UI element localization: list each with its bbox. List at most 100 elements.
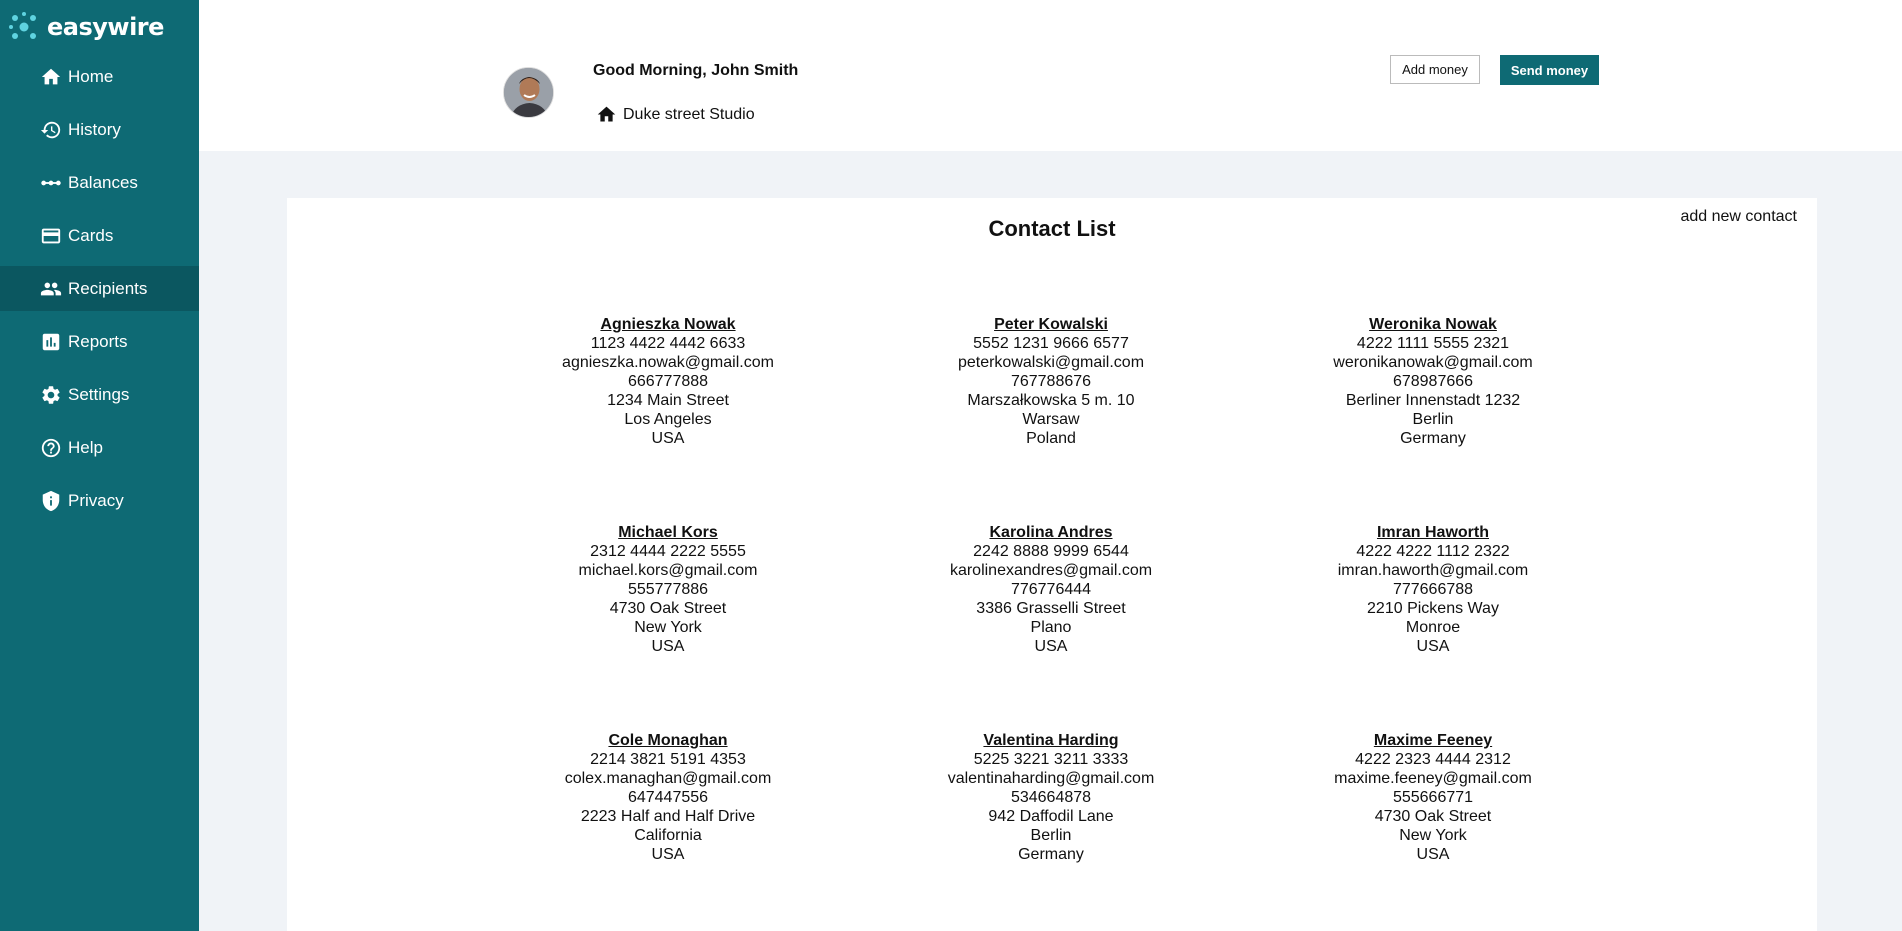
add-money-button[interactable]: Add money	[1390, 55, 1480, 84]
contact-item: Valentina Harding 5225 3221 3211 3333 va…	[901, 731, 1201, 864]
contact-country: USA	[651, 846, 685, 863]
contact-street: 2223 Half and Half Drive	[580, 808, 756, 825]
contact-card-number: 5552 1231 9666 6577	[973, 335, 1129, 352]
contact-city: Plano	[1030, 619, 1072, 636]
contact-card-number: 4222 4222 1112 2322	[1356, 543, 1510, 560]
sidebar-item-label: Cards	[68, 225, 114, 245]
history-icon	[40, 119, 62, 141]
shield-icon	[40, 490, 62, 512]
sidebar-item-history[interactable]: History	[0, 107, 199, 152]
contact-street: 4730 Oak Street	[1374, 808, 1492, 825]
contact-city: Berlin	[1030, 827, 1072, 844]
contact-email: michael.kors@gmail.com	[578, 562, 758, 579]
contact-city: Los Angeles	[624, 411, 712, 428]
contact-phone: 534664878	[1010, 789, 1092, 806]
sidebar-item-help[interactable]: Help	[0, 425, 199, 470]
avatar[interactable]	[503, 67, 554, 118]
contact-item: Karolina Andres 2242 8888 9999 6544 karo…	[901, 523, 1201, 656]
contact-city: California	[634, 827, 702, 844]
contact-street: Berliner Innenstadt 1232	[1345, 392, 1521, 409]
contact-city: Warsaw	[1022, 411, 1080, 428]
contact-card-number: 4222 1111 5555 2321	[1356, 335, 1510, 352]
sidebar-item-reports[interactable]: Reports	[0, 319, 199, 364]
sidebar-item-privacy[interactable]: Privacy	[0, 478, 199, 523]
contact-name[interactable]: Weronika Nowak	[1283, 315, 1583, 334]
contact-street: Marszałkowska 5 m. 10	[967, 392, 1135, 409]
contact-email: colex.managhan@gmail.com	[564, 770, 772, 787]
sidebar-item-balances[interactable]: Balances	[0, 160, 199, 205]
contact-card-number: 2242 8888 9999 6544	[973, 543, 1129, 560]
contact-city: New York	[634, 619, 702, 636]
sidebar-item-label: Home	[68, 66, 114, 86]
contact-name[interactable]: Maxime Feeney	[1283, 731, 1583, 750]
contact-email: maxime.feeney@gmail.com	[1334, 770, 1532, 787]
contact-country: USA	[651, 638, 685, 655]
contact-phone: 776776444	[1010, 581, 1092, 598]
people-icon	[40, 278, 62, 300]
contact-street: 942 Daffodil Lane	[988, 808, 1114, 825]
location-label: Duke street Studio	[623, 105, 755, 123]
sidebar-item-label: History	[68, 119, 121, 139]
contact-email: imran.haworth@gmail.com	[1337, 562, 1529, 579]
contact-name[interactable]: Karolina Andres	[901, 523, 1201, 542]
contact-name[interactable]: Michael Kors	[518, 523, 818, 542]
contact-street: 4730 Oak Street	[609, 600, 727, 617]
sidebar-item-label: Settings	[68, 384, 130, 404]
contact-city: New York	[1399, 827, 1467, 844]
contact-country: USA	[651, 430, 685, 447]
sidebar-item-label: Recipients	[68, 278, 148, 298]
contact-name[interactable]: Cole Monaghan	[518, 731, 818, 750]
contact-name[interactable]: Valentina Harding	[901, 731, 1201, 750]
contact-phone: 555777886	[627, 581, 709, 598]
sidebar-item-label: Reports	[68, 331, 128, 351]
home-icon	[40, 66, 62, 88]
contact-city: Berlin	[1412, 411, 1454, 428]
card-icon	[40, 225, 62, 247]
contact-email: agnieszka.nowak@gmail.com	[562, 354, 774, 371]
brand[interactable]: easywire	[0, 0, 199, 54]
contact-name[interactable]: Peter Kowalski	[901, 315, 1201, 334]
contact-phone: 767788676	[1010, 373, 1092, 390]
contact-street: 3386 Grasselli Street	[976, 600, 1126, 617]
contact-phone: 678987666	[1392, 373, 1474, 390]
send-money-button[interactable]: Send money	[1500, 55, 1599, 85]
top-header: Good Morning, John Smith Duke street Stu…	[199, 0, 1902, 151]
avatar-image	[504, 68, 553, 117]
contact-phone: 555666771	[1392, 789, 1474, 806]
contact-street: 1234 Main Street	[607, 392, 729, 409]
contact-card-number: 4222 2323 4444 2312	[1355, 751, 1511, 768]
contact-phone: 647447556	[627, 789, 709, 806]
home-icon	[597, 106, 616, 122]
sidebar-item-label: Privacy	[68, 490, 124, 510]
brand-name: easywire	[47, 13, 164, 41]
contact-card-number: 1123 4422 4442 6633	[590, 335, 746, 352]
contact-country: USA	[1034, 638, 1068, 655]
sidebar: easywire Home History Balances Cards Rec…	[0, 0, 199, 931]
sidebar-item-home[interactable]: Home	[0, 54, 199, 99]
greeting: Good Morning, John Smith	[593, 62, 799, 79]
contact-city: Monroe	[1405, 619, 1461, 636]
contact-phone: 666777888	[627, 373, 709, 390]
contact-country: Germany	[1018, 846, 1084, 863]
contact-email: valentinaharding@gmail.com	[947, 770, 1155, 787]
contact-list-card: Contact List add new contact Agnieszka N…	[287, 198, 1817, 931]
sidebar-item-settings[interactable]: Settings	[0, 372, 199, 417]
chart-icon	[40, 331, 62, 353]
location: Duke street Studio	[596, 104, 755, 125]
contact-item: Imran Haworth 4222 4222 1112 2322 imran.…	[1283, 523, 1583, 656]
contact-name[interactable]: Agnieszka Nowak	[518, 315, 818, 334]
contact-item: Michael Kors 2312 4444 2222 5555 michael…	[518, 523, 818, 656]
page-title: Contact List	[988, 216, 1116, 241]
contact-card-number: 5225 3221 3211 3333	[973, 751, 1129, 768]
contact-item: Cole Monaghan 2214 3821 5191 4353 colex.…	[518, 731, 818, 864]
contact-item: Weronika Nowak 4222 1111 5555 2321 weron…	[1283, 315, 1583, 448]
contact-email: karolinexandres@gmail.com	[949, 562, 1153, 579]
gear-icon	[40, 384, 62, 406]
contact-country: Germany	[1400, 430, 1466, 447]
sidebar-item-cards[interactable]: Cards	[0, 213, 199, 258]
contact-name[interactable]: Imran Haworth	[1283, 523, 1583, 542]
contact-item: Peter Kowalski 5552 1231 9666 6577 peter…	[901, 315, 1201, 448]
add-new-contact-link[interactable]: add new contact	[1680, 208, 1797, 226]
sidebar-item-label: Help	[68, 437, 103, 457]
sidebar-item-recipients[interactable]: Recipients	[0, 266, 199, 311]
